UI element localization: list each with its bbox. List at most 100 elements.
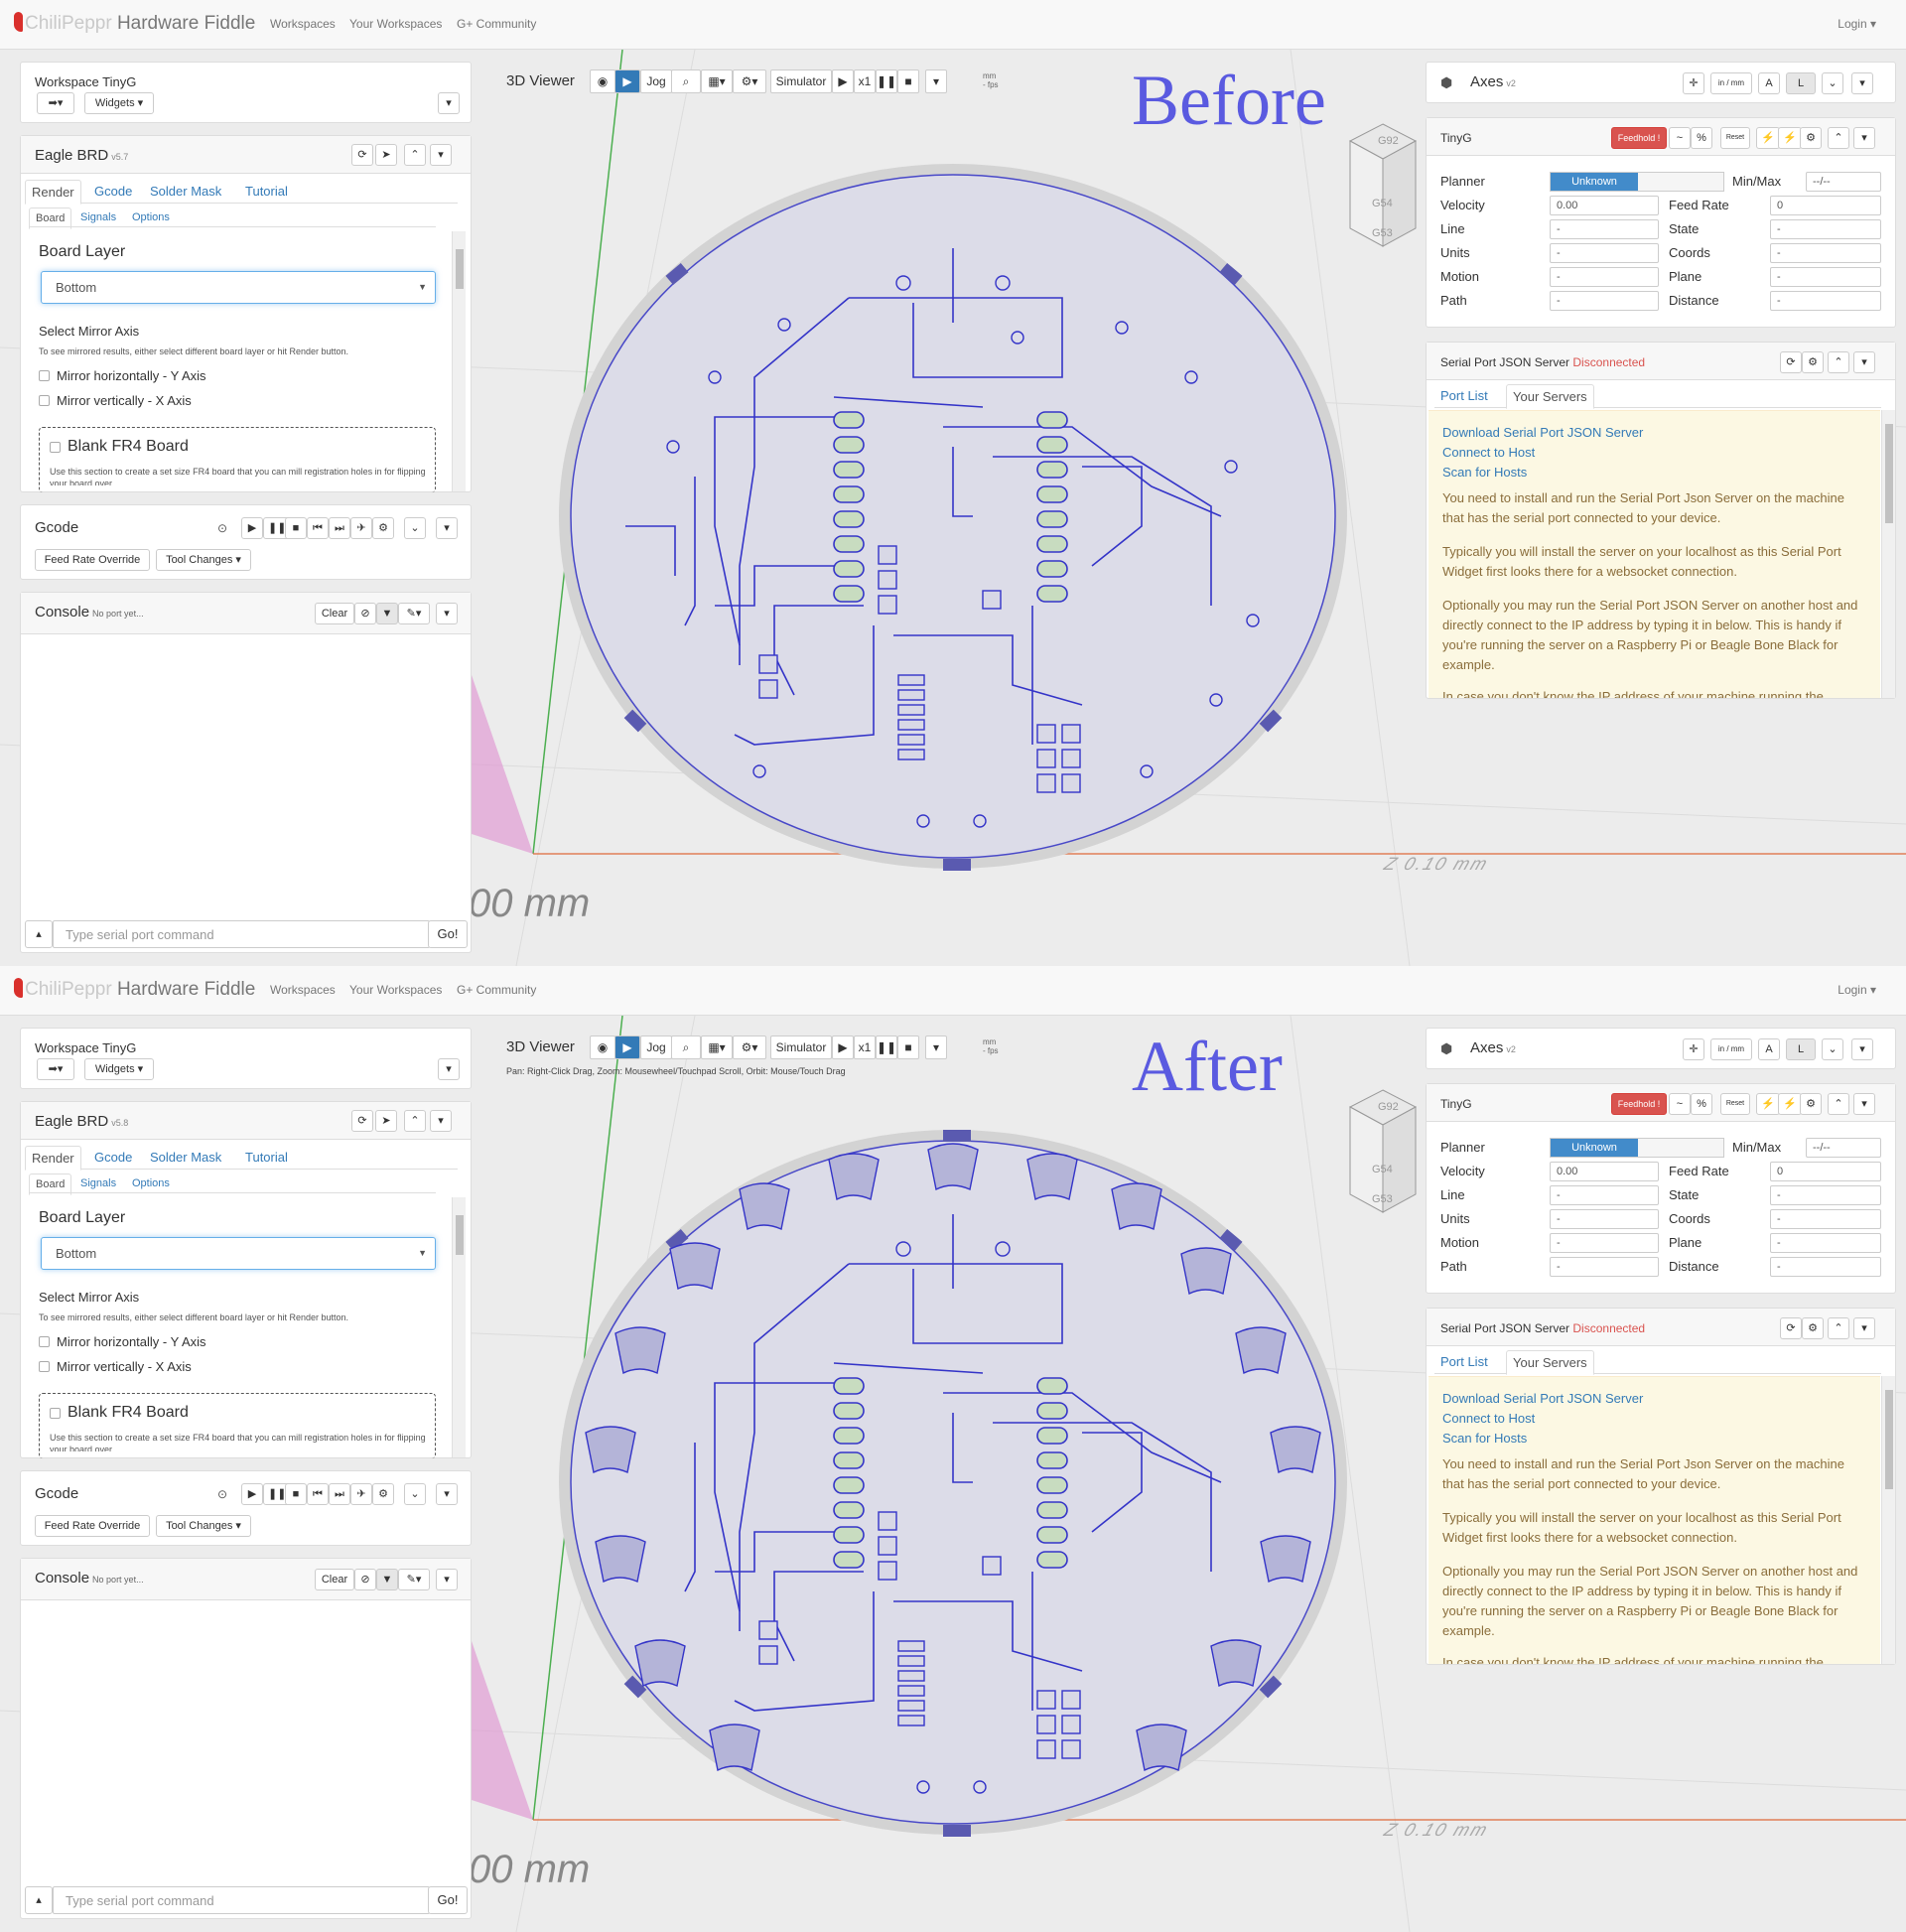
serial-scrollbar[interactable] <box>1881 410 1895 698</box>
search-icon[interactable]: ⌕ <box>671 1035 701 1059</box>
download-spjs-link[interactable]: Download Serial Port JSON Server <box>1442 425 1643 440</box>
tab-solder-mask[interactable]: Solder Mask <box>144 180 227 205</box>
tool-changes-button[interactable]: Tool Changes ▾ <box>156 549 251 571</box>
workspace-menu-button[interactable]: ➡▾ <box>37 1058 74 1080</box>
nav-your-workspaces[interactable]: Your Workspaces <box>349 983 442 997</box>
console-clear-button[interactable]: Clear <box>315 603 354 624</box>
play-icon[interactable]: ▶ <box>832 69 854 93</box>
board-layer-select[interactable]: Bottom ▼ <box>41 271 436 304</box>
connect-host-link[interactable]: Connect to Host <box>1442 445 1535 460</box>
tinyg-collapse-icon[interactable]: ⌃ <box>1828 1093 1849 1115</box>
tab-your-servers[interactable]: Your Servers <box>1506 1350 1594 1375</box>
nav-community[interactable]: G+ Community <box>457 983 536 997</box>
view-cube[interactable]: G92 G54 G53 <box>1348 1085 1418 1214</box>
step-back-icon[interactable]: ⏮ <box>307 1483 329 1505</box>
stop-icon[interactable]: ■ <box>897 1035 919 1059</box>
gcode-play-icon[interactable]: ▶ <box>241 1483 263 1505</box>
axes-menu-icon[interactable]: ▾ <box>1851 1038 1873 1060</box>
mirror-h-checkbox[interactable] <box>39 370 50 381</box>
tab-gcode[interactable]: Gcode <box>88 1146 138 1171</box>
workspace-menu-button[interactable]: ➡▾ <box>37 92 74 114</box>
tinyg-collapse-icon[interactable]: ⌃ <box>1828 127 1849 149</box>
collapse-icon[interactable]: ⌃ <box>404 144 426 166</box>
eagle-scrollbar[interactable] <box>452 1197 466 1457</box>
chevron-down-icon[interactable]: ▾ <box>925 1035 947 1059</box>
tilde-button[interactable]: ~ <box>1669 1093 1691 1115</box>
speed-button[interactable]: x1 <box>854 1035 876 1059</box>
reset-button[interactable]: Reset <box>1720 1093 1750 1115</box>
tinyg-menu-icon[interactable]: ▾ <box>1853 1093 1875 1115</box>
console-go-button[interactable]: Go! <box>428 920 468 948</box>
eye-icon[interactable]: ◉ <box>590 69 615 93</box>
tinyg-gear-icon[interactable]: ⚙ <box>1800 1093 1822 1115</box>
grid-icon[interactable]: ▦▾ <box>701 69 733 93</box>
edit-icon[interactable]: ✎▾ <box>398 603 430 624</box>
camera-icon[interactable]: ▶ <box>614 69 640 93</box>
pause-icon[interactable]: ❚❚ <box>876 69 897 93</box>
bolt-icon[interactable]: ⚡ <box>1756 127 1780 149</box>
console-menu-icon[interactable]: ▾ <box>436 603 458 624</box>
nav-your-workspaces[interactable]: Your Workspaces <box>349 17 442 31</box>
units-toggle[interactable]: in / mm <box>1710 72 1752 94</box>
brand-after[interactable]: ChiliPeppr Hardware Fiddle <box>14 978 255 1001</box>
console-history-button[interactable]: ▴ <box>25 1886 53 1914</box>
login-menu[interactable]: Login ▾ <box>1838 983 1876 997</box>
login-menu[interactable]: Login ▾ <box>1838 17 1876 31</box>
step-forward-icon[interactable]: ⏭ <box>329 1483 350 1505</box>
mirror-v-checkbox[interactable] <box>39 1361 50 1372</box>
serial-refresh-icon[interactable]: ⟳ <box>1780 1317 1802 1339</box>
tab-render[interactable]: Render <box>25 180 81 205</box>
tab-render[interactable]: Render <box>25 1146 81 1171</box>
edit-icon[interactable]: ✎▾ <box>398 1569 430 1590</box>
console-input[interactable]: Type serial port command <box>53 920 430 948</box>
axes-l-icon[interactable]: L <box>1786 1038 1816 1060</box>
grid-icon[interactable]: ▦▾ <box>701 1035 733 1059</box>
serial-refresh-icon[interactable]: ⟳ <box>1780 351 1802 373</box>
ban-icon[interactable]: ⊘ <box>354 603 376 624</box>
serial-collapse-icon[interactable]: ⌃ <box>1828 1317 1849 1339</box>
subtab-options[interactable]: Options <box>126 1173 176 1193</box>
send-icon[interactable]: ➤ <box>375 1110 397 1132</box>
tab-gcode[interactable]: Gcode <box>88 180 138 205</box>
tab-port-list[interactable]: Port List <box>1434 1350 1494 1375</box>
gear-icon[interactable]: ⚙▾ <box>733 69 766 93</box>
plane-icon[interactable]: ✈ <box>350 517 372 539</box>
console-history-button[interactable]: ▴ <box>25 920 53 948</box>
nav-workspaces[interactable]: Workspaces <box>270 17 336 31</box>
mirror-v-checkbox[interactable] <box>39 395 50 406</box>
camera-icon[interactable]: ▶ <box>614 1035 640 1059</box>
workspace-chevron-icon[interactable]: ▾ <box>438 92 460 114</box>
step-forward-icon[interactable]: ⏭ <box>329 517 350 539</box>
reset-button[interactable]: Reset <box>1720 127 1750 149</box>
feedhold-button[interactable]: Feedhold ! <box>1611 127 1667 149</box>
gcode-gear-icon[interactable]: ⚙ <box>372 517 394 539</box>
axes-collapse-icon[interactable]: ⌄ <box>1822 72 1843 94</box>
plane-icon[interactable]: ✈ <box>350 1483 372 1505</box>
tool-changes-button[interactable]: Tool Changes ▾ <box>156 1515 251 1537</box>
console-clear-button[interactable]: Clear <box>315 1569 354 1590</box>
blank-fr4-checkbox[interactable] <box>50 1408 61 1419</box>
serial-menu-icon[interactable]: ▾ <box>1853 351 1875 373</box>
ban-icon[interactable]: ⊘ <box>354 1569 376 1590</box>
gcode-stop-icon[interactable]: ■ <box>285 517 307 539</box>
nav-community[interactable]: G+ Community <box>457 17 536 31</box>
tab-tutorial[interactable]: Tutorial <box>239 180 294 205</box>
mirror-h-checkbox[interactable] <box>39 1336 50 1347</box>
gcode-gear-icon[interactable]: ⚙ <box>372 1483 394 1505</box>
gcode-stop-icon[interactable]: ■ <box>285 1483 307 1505</box>
tab-port-list[interactable]: Port List <box>1434 384 1494 409</box>
axes-menu-icon[interactable]: ▾ <box>1851 72 1873 94</box>
filter-icon[interactable]: ▼ <box>376 603 398 624</box>
serial-menu-icon[interactable]: ▾ <box>1853 1317 1875 1339</box>
eye-icon[interactable]: ◉ <box>590 1035 615 1059</box>
board-layer-select[interactable]: Bottom ▼ <box>41 1237 436 1270</box>
refresh-icon[interactable]: ⟳ <box>351 144 373 166</box>
gcode-play-icon[interactable]: ▶ <box>241 517 263 539</box>
units-toggle[interactable]: in / mm <box>1710 1038 1752 1060</box>
eagle-menu-icon[interactable]: ▾ <box>430 1110 452 1132</box>
serial-collapse-icon[interactable]: ⌃ <box>1828 351 1849 373</box>
filter-icon[interactable]: ▼ <box>376 1569 398 1590</box>
search-icon[interactable]: ⌕ <box>671 69 701 93</box>
feed-rate-override-button[interactable]: Feed Rate Override <box>35 1515 150 1537</box>
axes-l-icon[interactable]: L <box>1786 72 1816 94</box>
